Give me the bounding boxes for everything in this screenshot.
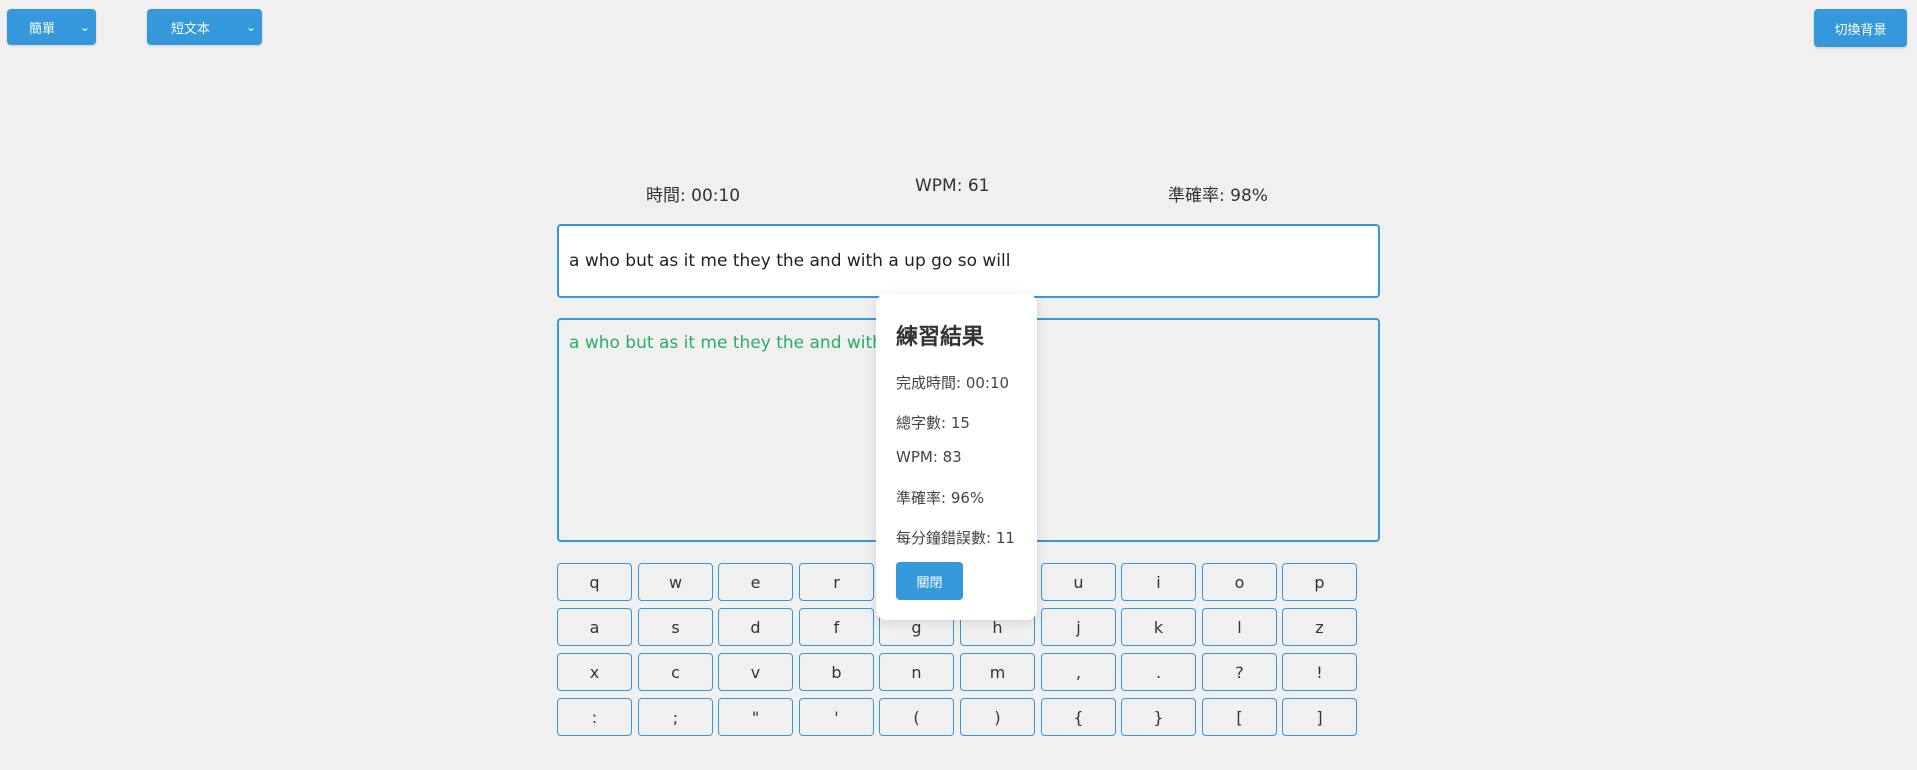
- errors-per-minute-stat: 每分鐘錯誤數: 11: [896, 529, 1015, 547]
- time-stat: 時間: 00:10: [646, 186, 741, 206]
- key[interactable]: f: [799, 608, 874, 646]
- close-button[interactable]: 關閉: [896, 562, 963, 600]
- results-modal: 練習結果 完成時間: 00:10 總字數: 15 WPM: 83 準確率: 96…: [876, 294, 1037, 620]
- wpm-stat: WPM: 61: [915, 176, 990, 196]
- key[interactable]: {: [1041, 698, 1116, 736]
- key[interactable]: :: [557, 698, 632, 736]
- key[interactable]: i: [1121, 563, 1196, 601]
- key[interactable]: }: [1121, 698, 1196, 736]
- key[interactable]: ): [960, 698, 1035, 736]
- key[interactable]: c: [638, 653, 713, 691]
- key[interactable]: q: [557, 563, 632, 601]
- key[interactable]: j: [1041, 608, 1116, 646]
- key[interactable]: ,: [1041, 653, 1116, 691]
- key[interactable]: ': [799, 698, 874, 736]
- key[interactable]: u: [1041, 563, 1116, 601]
- key[interactable]: s: [638, 608, 713, 646]
- key[interactable]: ": [718, 698, 793, 736]
- toggle-background-button[interactable]: 切換背景: [1814, 9, 1907, 47]
- key[interactable]: r: [799, 563, 874, 601]
- chevron-down-icon: ⌄: [79, 20, 90, 34]
- key[interactable]: ;: [638, 698, 713, 736]
- text-length-select[interactable]: 短文本 ⌄: [147, 9, 262, 45]
- key[interactable]: w: [638, 563, 713, 601]
- result-accuracy-stat: 準確率: 96%: [896, 489, 985, 507]
- key[interactable]: b: [799, 653, 874, 691]
- key[interactable]: z: [1282, 608, 1357, 646]
- total-words-stat: 總字數: 15: [896, 414, 970, 432]
- key[interactable]: p: [1282, 563, 1357, 601]
- key[interactable]: ?: [1202, 653, 1277, 691]
- typed-text: a who but as it me they the and with a: [569, 333, 899, 353]
- key[interactable]: x: [557, 653, 632, 691]
- modal-title: 練習結果: [896, 325, 985, 350]
- key[interactable]: ]: [1282, 698, 1357, 736]
- difficulty-select-value: 簡單: [29, 21, 56, 37]
- chevron-down-icon: ⌄: [245, 20, 256, 34]
- completion-time-stat: 完成時間: 00:10: [896, 374, 1010, 392]
- key[interactable]: v: [718, 653, 793, 691]
- target-text-box: a who but as it me they the and with a u…: [557, 224, 1380, 298]
- key[interactable]: k: [1121, 608, 1196, 646]
- key[interactable]: o: [1202, 563, 1277, 601]
- key[interactable]: [: [1202, 698, 1277, 736]
- key[interactable]: a: [557, 608, 632, 646]
- key[interactable]: l: [1202, 608, 1277, 646]
- key[interactable]: m: [960, 653, 1035, 691]
- accuracy-stat: 準確率: 98%: [1168, 186, 1268, 206]
- key[interactable]: d: [718, 608, 793, 646]
- key[interactable]: e: [718, 563, 793, 601]
- result-wpm-stat: WPM: 83: [896, 448, 962, 466]
- key[interactable]: n: [879, 653, 954, 691]
- text-length-select-value: 短文本: [171, 21, 211, 37]
- key[interactable]: !: [1282, 653, 1357, 691]
- key[interactable]: .: [1121, 653, 1196, 691]
- difficulty-select[interactable]: 簡單 ⌄: [7, 9, 96, 45]
- key[interactable]: (: [879, 698, 954, 736]
